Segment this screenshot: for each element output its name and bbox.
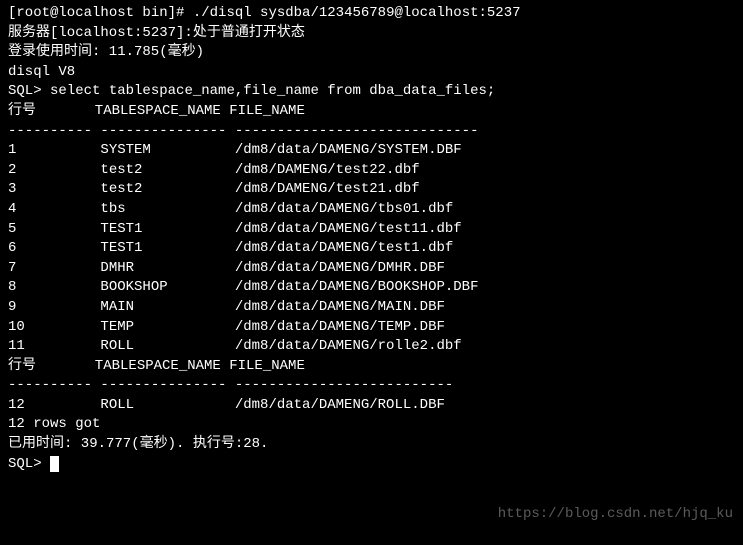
version: disql V8 xyxy=(8,63,735,83)
table-row: 6 TEST1 /dm8/data/DAMENG/test1.dbf xyxy=(8,239,735,259)
table-header: 行号 TABLESPACE_NAME FILE_NAME xyxy=(8,102,735,122)
table-row: 9 MAIN /dm8/data/DAMENG/MAIN.DBF xyxy=(8,298,735,318)
shell-line: [root@localhost bin]# ./disql sysdba/123… xyxy=(8,4,735,24)
table-row: 10 TEMP /dm8/data/DAMENG/TEMP.DBF xyxy=(8,318,735,338)
table-row: 11 ROLL /dm8/data/DAMENG/rolle2.dbf xyxy=(8,337,735,357)
table-divider: ---------- --------------- -------------… xyxy=(8,376,735,396)
table-header: 行号 TABLESPACE_NAME FILE_NAME xyxy=(8,357,735,377)
table-row: 3 test2 /dm8/DAMENG/test21.dbf xyxy=(8,180,735,200)
table-row: 8 BOOKSHOP /dm8/data/DAMENG/BOOKSHOP.DBF xyxy=(8,278,735,298)
cursor-icon xyxy=(50,456,59,472)
server-status: 服务器[localhost:5237]:处于普通打开状态 xyxy=(8,24,735,44)
table-row: 1 SYSTEM /dm8/data/DAMENG/SYSTEM.DBF xyxy=(8,141,735,161)
elapsed-time: 已用时间: 39.777(毫秒). 执行号:28. xyxy=(8,435,735,455)
table-row: 4 tbs /dm8/data/DAMENG/tbs01.dbf xyxy=(8,200,735,220)
login-time: 登录使用时间: 11.785(毫秒) xyxy=(8,43,735,63)
table-divider: ---------- --------------- -------------… xyxy=(8,122,735,142)
shell-prompt: [root@localhost bin]# xyxy=(8,5,193,21)
table-row: 2 test2 /dm8/DAMENG/test22.dbf xyxy=(8,161,735,181)
table-row: 12 ROLL /dm8/data/DAMENG/ROLL.DBF xyxy=(8,396,735,416)
table-row: 5 TEST1 /dm8/data/DAMENG/test11.dbf xyxy=(8,220,735,240)
rows-got: 12 rows got xyxy=(8,415,735,435)
sql-prompt: SQL> xyxy=(8,83,50,99)
table-row: 7 DMHR /dm8/data/DAMENG/DMHR.DBF xyxy=(8,259,735,279)
sql-command: select tablespace_name,file_name from db… xyxy=(50,83,495,99)
watermark: https://blog.csdn.net/hjq_ku xyxy=(498,505,733,525)
next-sql-line[interactable]: SQL> xyxy=(8,455,735,475)
sql-prompt: SQL> xyxy=(8,456,50,472)
sql-line: SQL> select tablespace_name,file_name fr… xyxy=(8,82,735,102)
shell-command: ./disql sysdba/123456789@localhost:5237 xyxy=(193,5,521,21)
